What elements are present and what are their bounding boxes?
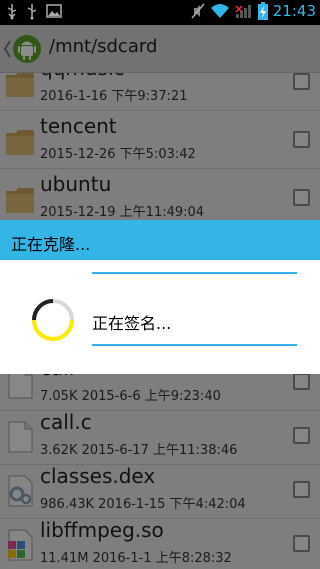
dialog-title: 正在克隆... [11, 235, 91, 254]
battery-charging-icon [257, 2, 268, 20]
signal-icon [235, 5, 251, 18]
status-bar: 21:43 [0, 0, 320, 25]
progress-line-top [92, 272, 297, 274]
dialog-header: 正在克隆... [0, 220, 320, 260]
spinner-icon [32, 299, 74, 341]
progress-dialog: 正在克隆... 正在签名... [0, 220, 320, 374]
mute-icon [191, 3, 205, 19]
progress-line-bottom [92, 344, 297, 346]
dialog-message: 正在签名... [92, 314, 172, 333]
usb-icon [7, 4, 17, 20]
dialog-body: 正在签名... [0, 260, 320, 374]
usb-icon [27, 4, 37, 20]
clock: 21:43 [272, 2, 316, 20]
wifi-icon [210, 4, 229, 18]
image-icon [46, 4, 62, 18]
